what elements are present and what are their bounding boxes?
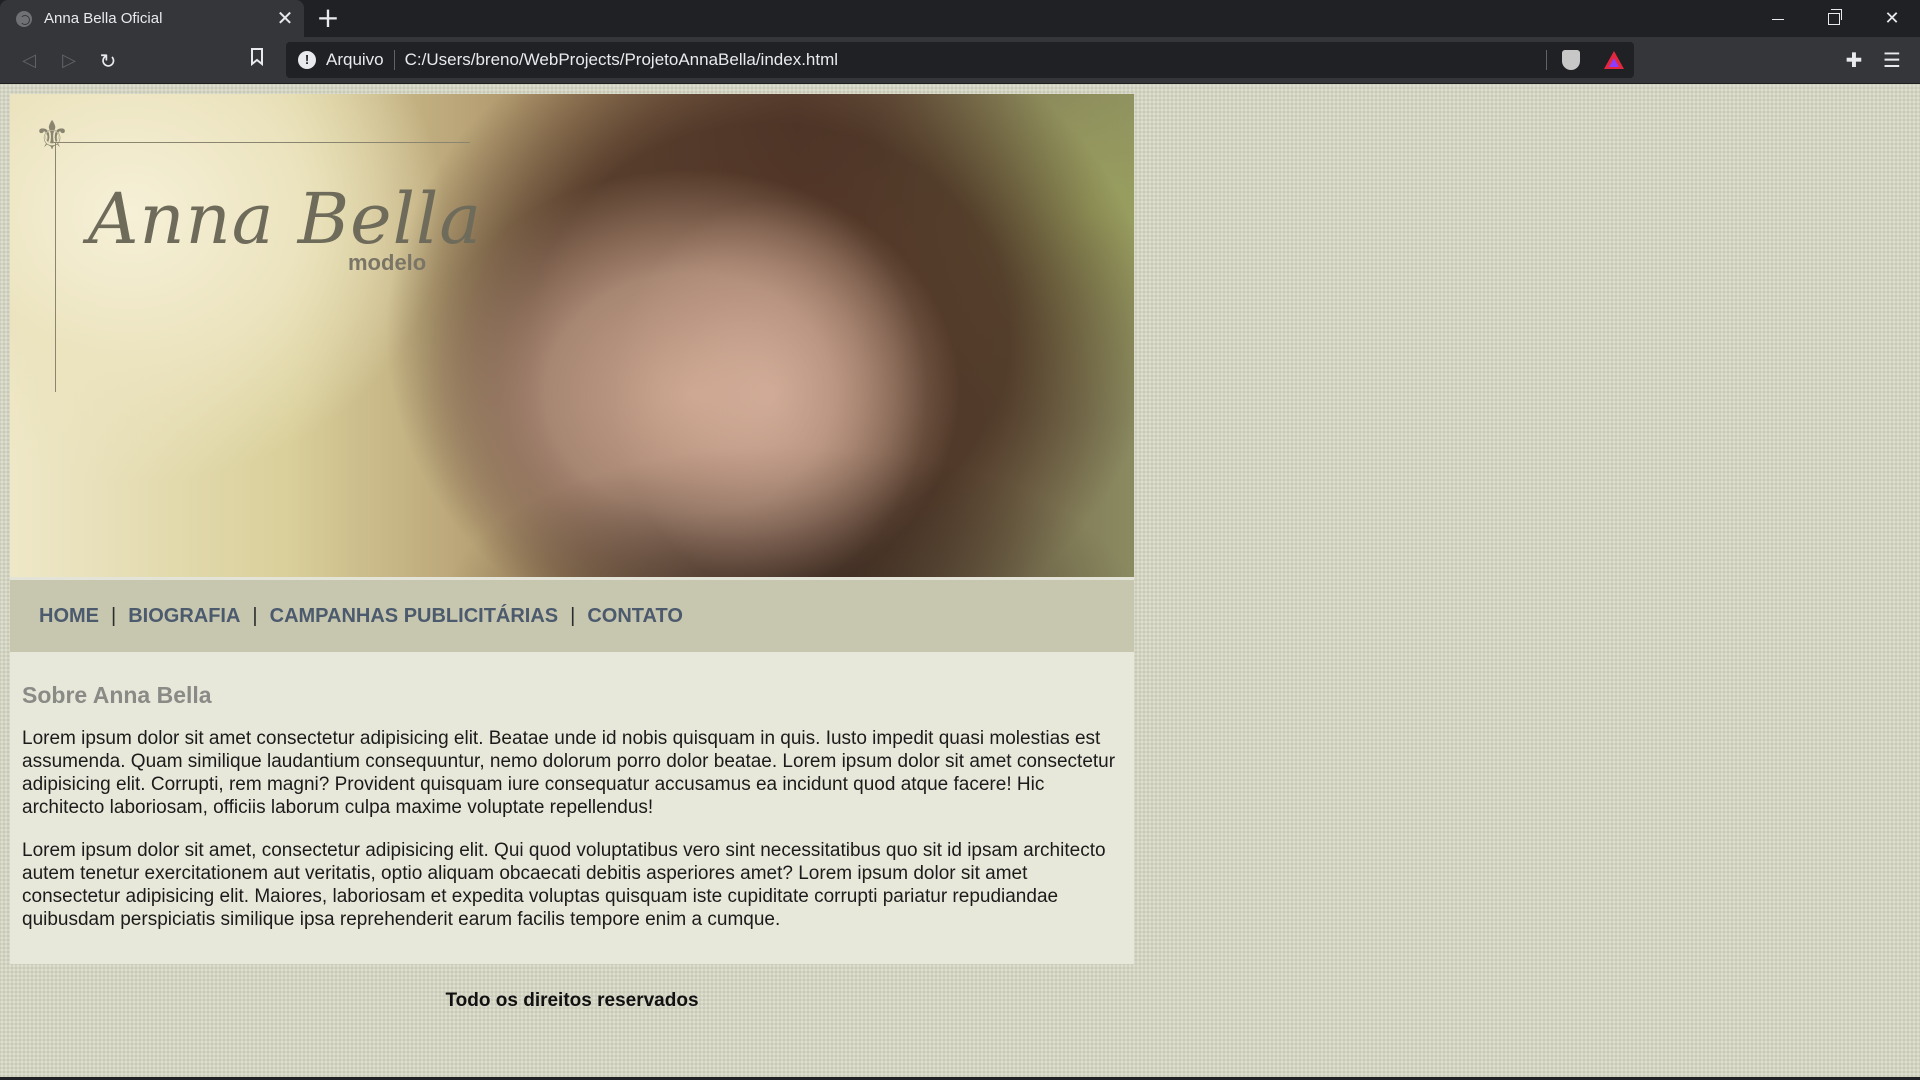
browser-tab-strip: Anna Bella Oficial ✕ + ✕ [0,0,1920,37]
browser-tab[interactable]: Anna Bella Oficial ✕ [0,0,304,37]
nav-campanhas[interactable]: CAMPANHAS PUBLICITÁRIAS [270,605,559,628]
about-section: Sobre Anna Bella Lorem ipsum dolor sit a… [10,652,1134,964]
fleur-de-lis-icon: ⚜ [34,113,70,159]
nav-separator: | [252,604,258,627]
minimize-icon[interactable] [1750,0,1806,37]
nav-separator: | [570,604,576,627]
main-nav: HOME | BIOGRAFIA | CAMPANHAS PUBLICITÁRI… [10,580,1134,652]
back-icon[interactable]: ◁ [14,46,44,76]
extensions-icon[interactable]: ✚ [1840,46,1868,74]
plus-icon[interactable]: + [314,4,342,32]
address-scheme: Arquivo [326,50,384,69]
nav-biografia[interactable]: BIOGRAFIA [128,605,240,628]
brave-rewards-icon[interactable] [1604,51,1624,69]
maximize-icon[interactable] [1806,0,1862,37]
logo-name: Anna Bella [88,178,483,260]
logo-frame-line [54,142,470,143]
footer-text: Todo os direitos reservados [445,990,699,1011]
reload-icon[interactable]: ↻ [93,46,123,76]
address-divider [393,50,395,70]
brave-shield-icon[interactable] [1562,50,1580,70]
site-container: ⚜ Anna Bella modelo HOME | BIOGRAFIA | C… [10,94,1134,1012]
close-icon[interactable]: ✕ [274,8,296,30]
info-icon[interactable]: ! [298,51,316,69]
paragraph: Lorem ipsum dolor sit amet, consectetur … [22,840,1106,930]
nav-home[interactable]: HOME [39,605,99,628]
browser-toolbar: ◁ ▷ ↻ ! Arquivo C:/Users/breno/WebProjec… [0,37,1920,84]
bookmark-icon[interactable] [242,46,272,76]
section-heading: Sobre Anna Bella [22,682,212,708]
globe-icon [16,10,32,27]
logo-subtitle: modelo [348,250,427,275]
banner-photo [430,94,1134,577]
header-banner: ⚜ Anna Bella modelo [10,94,1134,580]
paragraph: Lorem ipsum dolor sit amet consectetur a… [22,728,1116,818]
nav-separator: | [111,604,117,627]
close-window-icon[interactable]: ✕ [1864,0,1920,37]
tab-title: Anna Bella Oficial [44,10,163,27]
forward-icon[interactable]: ▷ [54,46,84,76]
omnibox-divider [1546,50,1547,70]
address-url[interactable]: C:/Users/breno/WebProjects/ProjetoAnnaBe… [405,50,838,70]
menu-icon[interactable]: ☰ [1878,46,1906,74]
nav-contato[interactable]: CONTATO [587,605,683,628]
address-bar[interactable]: ! Arquivo C:/Users/breno/WebProjects/Pro… [286,42,1634,78]
logo-frame-line-vertical [55,142,56,392]
